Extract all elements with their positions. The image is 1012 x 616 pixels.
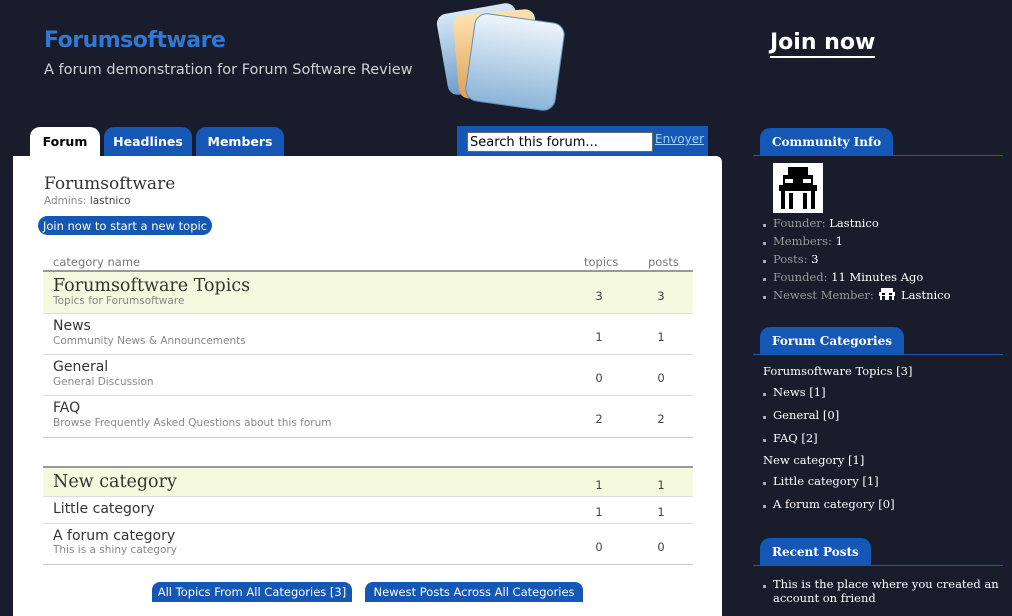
sidebar-category-link[interactable]: A forum category [0] [773, 497, 895, 511]
category-row[interactable]: A forum category This is a shiny categor… [43, 524, 693, 564]
category-desc: This is a shiny category [53, 544, 177, 556]
new-topic-button[interactable]: Join now to start a new topic [38, 216, 212, 235]
avatar-icon [779, 167, 817, 209]
bullet [763, 278, 766, 281]
members-count: 1 [835, 234, 843, 248]
row-divider [43, 437, 693, 438]
sidebar-category-link[interactable]: Little category [1] [773, 474, 879, 488]
topics-count: 0 [595, 540, 603, 554]
category-name[interactable]: A forum category [53, 528, 175, 544]
community-info-heading: Community Info [760, 128, 894, 155]
category-row[interactable]: News Community News & Announcements 1 1 [43, 314, 693, 354]
admin-name[interactable]: lastnico [90, 195, 131, 207]
category-desc: Browse Frequently Asked Questions about … [53, 417, 332, 429]
forum-logo-icon [432, 0, 582, 118]
category-row[interactable]: General General Discussion 0 0 [43, 355, 693, 395]
column-header-posts: posts [648, 255, 679, 269]
posts-label: Posts: [773, 252, 808, 266]
sidebar-category-link[interactable]: FAQ [2] [773, 431, 818, 445]
founder-info: Founder: Lastnico [773, 216, 879, 230]
search-input[interactable] [467, 132, 653, 152]
bullet [763, 439, 766, 442]
category-group-name[interactable]: New category [53, 472, 177, 492]
category-name[interactable]: Little category [53, 501, 155, 517]
sidebar-category-group[interactable]: New category [1] [763, 453, 864, 467]
founded-value: 11 Minutes Ago [831, 270, 924, 284]
bullet [763, 224, 766, 227]
posts-info: Posts: 3 [773, 252, 818, 266]
sidebar-category-link[interactable]: News [1] [773, 385, 826, 399]
posts-count: 1 [657, 505, 665, 519]
topics-count: 2 [595, 412, 603, 426]
posts-count: 2 [657, 412, 665, 426]
bullet [763, 296, 766, 299]
all-topics-button[interactable]: All Topics From All Categories [3] [152, 582, 352, 602]
category-group-row[interactable]: Forumsoftware Topics Topics for Forumsof… [43, 272, 693, 313]
column-header-category: category name [53, 255, 141, 269]
admins-line: Admins: lastnico [44, 195, 131, 207]
site-tagline: A forum demonstration for Forum Software… [44, 62, 413, 78]
bullet [763, 482, 766, 485]
topics-count: 1 [595, 330, 603, 344]
topics-count: 3 [595, 289, 603, 303]
sidebar-divider [753, 354, 1003, 355]
sidebar-divider [753, 565, 1003, 566]
bullet [763, 585, 766, 588]
bullet [763, 260, 766, 263]
recent-posts-heading: Recent Posts [760, 538, 871, 565]
tab-forum[interactable]: Forum [30, 127, 100, 156]
topics-count: 1 [595, 478, 603, 492]
posts-count: 1 [657, 478, 665, 492]
newest-member-name[interactable]: Lastnico [901, 288, 950, 302]
newest-member-info: Newest Member: Lastnico [773, 288, 951, 302]
category-group-row[interactable]: New category 1 1 [43, 468, 693, 496]
members-label: Members: [773, 234, 832, 248]
members-info: Members: 1 [773, 234, 843, 248]
category-desc: Community News & Announcements [53, 335, 246, 347]
forum-categories-heading: Forum Categories [760, 327, 904, 354]
posts-count: 1 [657, 330, 665, 344]
recent-post-link[interactable]: This is the place where you created an [773, 577, 999, 591]
founded-label: Founded: [773, 270, 828, 284]
topics-count: 0 [595, 371, 603, 385]
forum-title: Forumsoftware [44, 174, 176, 194]
posts-count: 3 [811, 252, 819, 266]
posts-count: 0 [657, 540, 665, 554]
category-group-name[interactable]: Forumsoftware Topics [53, 276, 250, 296]
newest-member-avatar-icon [879, 288, 896, 300]
posts-count: 3 [657, 289, 665, 303]
sidebar-category-link[interactable]: General [0] [773, 408, 839, 422]
founder-avatar[interactable] [773, 163, 823, 213]
tab-members[interactable]: Members [196, 127, 284, 156]
founder-name[interactable]: Lastnico [829, 216, 878, 230]
founded-info: Founded: 11 Minutes Ago [773, 270, 923, 284]
posts-count: 0 [657, 371, 665, 385]
tab-headlines[interactable]: Headlines [104, 127, 192, 156]
sidebar-category-group[interactable]: Forumsoftware Topics [3] [763, 364, 912, 378]
topics-count: 1 [595, 505, 603, 519]
category-row[interactable]: Little category 1 1 [43, 497, 693, 523]
search-submit-link[interactable]: Envoyer [655, 132, 704, 146]
newest-posts-button[interactable]: Newest Posts Across All Categories [365, 582, 583, 602]
column-header-topics: topics [584, 255, 619, 269]
founder-label: Founder: [773, 216, 826, 230]
site-title[interactable]: Forumsoftware [44, 28, 226, 53]
category-row[interactable]: FAQ Browse Frequently Asked Questions ab… [43, 396, 693, 437]
bullet [763, 505, 766, 508]
category-group-desc: Topics for Forumsoftware [53, 295, 185, 307]
row-divider [43, 564, 693, 565]
bullet [763, 393, 766, 396]
join-now-link[interactable]: Join now [770, 30, 876, 58]
search-bar: Envoyer [457, 126, 708, 156]
admins-label: Admins: [44, 195, 87, 207]
category-name[interactable]: General [53, 359, 108, 375]
bullet [763, 416, 766, 419]
newest-member-label: Newest Member: [773, 288, 874, 302]
bullet [763, 242, 766, 245]
category-name[interactable]: FAQ [53, 400, 80, 416]
category-name[interactable]: News [53, 318, 91, 334]
recent-post-link-cont[interactable]: account on friend [773, 591, 876, 605]
category-desc: General Discussion [53, 376, 154, 388]
sidebar-divider [753, 155, 1003, 156]
